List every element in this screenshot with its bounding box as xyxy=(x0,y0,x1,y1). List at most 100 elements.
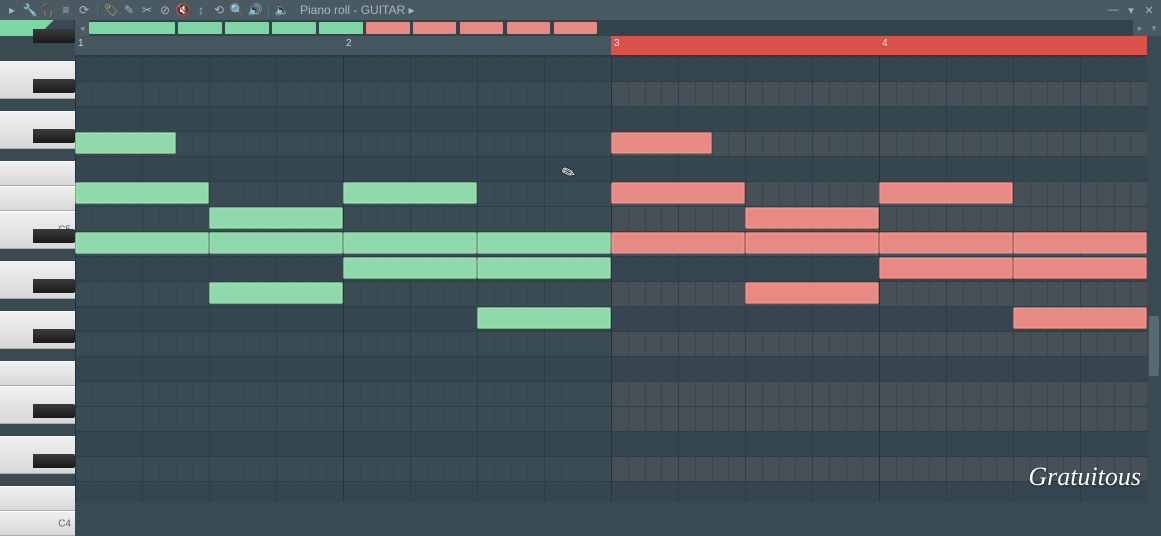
grid-vline xyxy=(142,56,143,502)
scroll-right-icon[interactable]: ▸ xyxy=(1133,20,1147,36)
grid-vline xyxy=(762,56,763,502)
overview-segment[interactable] xyxy=(413,22,457,34)
midi-note[interactable] xyxy=(1013,257,1147,279)
octave-label: C4 xyxy=(58,518,71,529)
midi-note[interactable] xyxy=(477,232,611,254)
midi-note[interactable] xyxy=(611,132,712,154)
minimize-button[interactable]: — xyxy=(1105,3,1121,17)
grid-vline xyxy=(812,56,813,502)
menu-icon[interactable]: ▸ xyxy=(4,2,20,18)
grid-vline xyxy=(310,56,311,502)
midi-note[interactable] xyxy=(745,282,879,304)
grid-vline xyxy=(1097,56,1098,502)
midi-note[interactable] xyxy=(745,207,879,229)
scroll-end-icon[interactable]: ▾ xyxy=(1147,20,1161,36)
midi-note[interactable] xyxy=(75,182,209,204)
grid-vline xyxy=(460,56,461,502)
mute-icon[interactable]: 🔇 xyxy=(175,2,191,18)
grid-vline xyxy=(192,56,193,502)
slice-icon[interactable]: ✂ xyxy=(139,2,155,18)
ruler-selection[interactable] xyxy=(611,36,1147,55)
piano-white-key[interactable] xyxy=(0,486,75,511)
midi-note[interactable] xyxy=(343,232,477,254)
piano-black-key[interactable] xyxy=(33,79,75,93)
midi-note[interactable] xyxy=(209,232,343,254)
grid-vline xyxy=(795,56,796,502)
piano-white-key[interactable] xyxy=(0,161,75,186)
playback-icon[interactable]: 🔊 xyxy=(247,2,263,18)
delete-icon[interactable]: ⊘ xyxy=(157,2,173,18)
midi-note[interactable] xyxy=(611,182,745,204)
overview-strip[interactable]: ◂ ▸ ▾ xyxy=(0,20,1161,36)
overview-segment[interactable] xyxy=(366,22,410,34)
grid-vline xyxy=(410,56,411,502)
snap-icon[interactable]: 🎧 xyxy=(40,2,56,18)
overview-segment[interactable] xyxy=(319,22,363,34)
piano-keyboard[interactable]: C5C4 xyxy=(0,36,75,502)
grid-vline xyxy=(544,56,545,502)
piano-black-key[interactable] xyxy=(33,404,75,418)
grid-vline xyxy=(326,56,327,502)
speaker-icon[interactable]: 🔈 xyxy=(274,2,290,18)
midi-note[interactable] xyxy=(75,232,209,254)
window-title: Piano roll - GUITAR ▸ xyxy=(300,3,415,17)
midi-note[interactable] xyxy=(343,182,477,204)
slip-icon[interactable]: ↕ xyxy=(193,2,209,18)
piano-white-key[interactable] xyxy=(0,186,75,211)
midi-note[interactable] xyxy=(209,282,343,304)
scroll-left-icon[interactable]: ◂ xyxy=(75,20,89,36)
midi-note[interactable] xyxy=(209,207,343,229)
midi-note[interactable] xyxy=(343,257,477,279)
piano-black-key[interactable] xyxy=(33,329,75,343)
midi-note[interactable] xyxy=(879,257,1013,279)
midi-note[interactable] xyxy=(75,132,176,154)
grid-vline xyxy=(377,56,378,502)
midi-note[interactable] xyxy=(611,232,745,254)
piano-black-key[interactable] xyxy=(33,129,75,143)
zoom-icon[interactable]: 🔍 xyxy=(229,2,245,18)
overview-segment[interactable] xyxy=(225,22,269,34)
piano-white-key[interactable]: C4 xyxy=(0,511,75,536)
ruler-mark: 1 xyxy=(78,38,84,49)
note-grid[interactable] xyxy=(75,56,1147,502)
overview-segment[interactable] xyxy=(554,22,598,34)
midi-note[interactable] xyxy=(1013,232,1147,254)
overview-segment[interactable] xyxy=(178,22,222,34)
midi-note[interactable] xyxy=(879,232,1013,254)
overview-segment[interactable] xyxy=(507,22,551,34)
overview-segment[interactable] xyxy=(89,22,175,34)
grid-vline xyxy=(444,56,445,502)
vertical-scrollbar[interactable] xyxy=(1147,36,1161,502)
overview-track[interactable] xyxy=(89,20,1133,36)
piano-black-key[interactable] xyxy=(33,229,75,243)
piano-black-key[interactable] xyxy=(33,279,75,293)
grid-wrap: 12345 xyxy=(75,36,1147,502)
piano-black-key[interactable] xyxy=(33,454,75,468)
paint-icon[interactable]: ✎ xyxy=(121,2,137,18)
midi-note[interactable] xyxy=(477,257,611,279)
midi-note[interactable] xyxy=(1013,307,1147,329)
piano-black-key[interactable] xyxy=(33,29,75,43)
timeline-ruler[interactable]: 12345 xyxy=(75,36,1147,56)
grid-vline xyxy=(1030,56,1031,502)
grid-vline xyxy=(996,56,997,502)
midi-note[interactable] xyxy=(879,182,1013,204)
overview-segment[interactable] xyxy=(272,22,316,34)
grid-vline xyxy=(695,56,696,502)
piano-white-key[interactable] xyxy=(0,361,75,386)
stamp-icon[interactable]: ≡ xyxy=(58,2,74,18)
loop-icon[interactable]: ⟳ xyxy=(76,2,92,18)
overview-segment[interactable] xyxy=(460,22,504,34)
grid-vline xyxy=(176,56,177,502)
select-icon[interactable]: ⟲ xyxy=(211,2,227,18)
close-button[interactable]: ✕ xyxy=(1141,3,1157,17)
scrollbar-thumb[interactable] xyxy=(1149,316,1159,376)
midi-note[interactable] xyxy=(745,232,879,254)
grid-vline xyxy=(159,56,160,502)
draw-icon[interactable]: 🏷 xyxy=(103,2,119,18)
grid-vline xyxy=(1130,56,1131,502)
tools-icon[interactable]: 🔧 xyxy=(22,2,38,18)
midi-note[interactable] xyxy=(477,307,611,329)
grid-vline xyxy=(661,56,662,502)
maximize-button[interactable]: ▾ xyxy=(1123,3,1139,17)
